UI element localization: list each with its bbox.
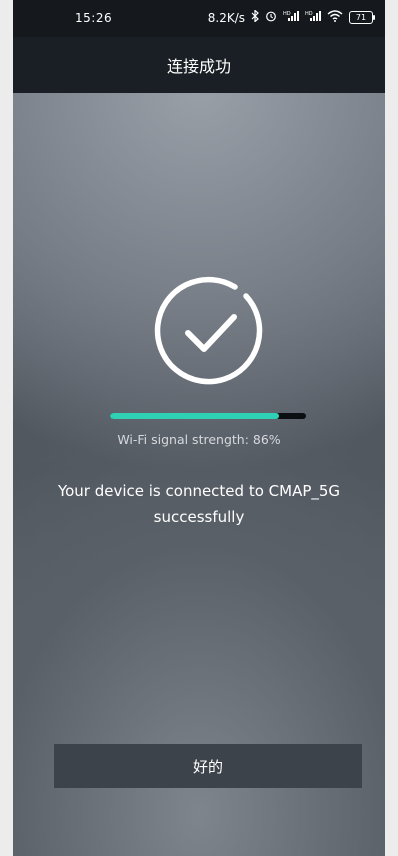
alarm-icon — [265, 10, 277, 25]
status-icons: 8.2K/s HD HD 71 — [207, 9, 375, 25]
wifi-icon — [327, 10, 343, 25]
battery-icon: 71 — [349, 11, 375, 24]
signal-hd-2-icon: HD — [305, 10, 321, 25]
title-bar: 连接成功 — [13, 37, 385, 93]
status-time: 15:26 — [75, 11, 113, 25]
signal-strength-bar — [110, 413, 306, 419]
check-circle-icon — [149, 270, 269, 390]
status-bar: 15:26 8.2K/s HD HD 71 — [13, 0, 385, 37]
connection-message: Your device is connected to CMAP_5G succ… — [57, 482, 341, 526]
signal-strength-fill — [110, 413, 279, 419]
page-title: 连接成功 — [166, 57, 231, 76]
svg-text:HD: HD — [305, 11, 313, 17]
signal-strength-text: Wi-Fi signal strength: 86% — [117, 432, 281, 447]
network-speed: 8.2K/s — [207, 10, 245, 25]
bluetooth-icon — [251, 9, 259, 25]
signal-hd-1-icon: HD — [283, 10, 299, 25]
svg-text:HD: HD — [283, 11, 291, 17]
ok-button[interactable]: 好的 — [54, 744, 362, 788]
phone-screen: 15:26 8.2K/s HD HD 71 连接成功 Wi-Fi signal … — [13, 0, 385, 856]
